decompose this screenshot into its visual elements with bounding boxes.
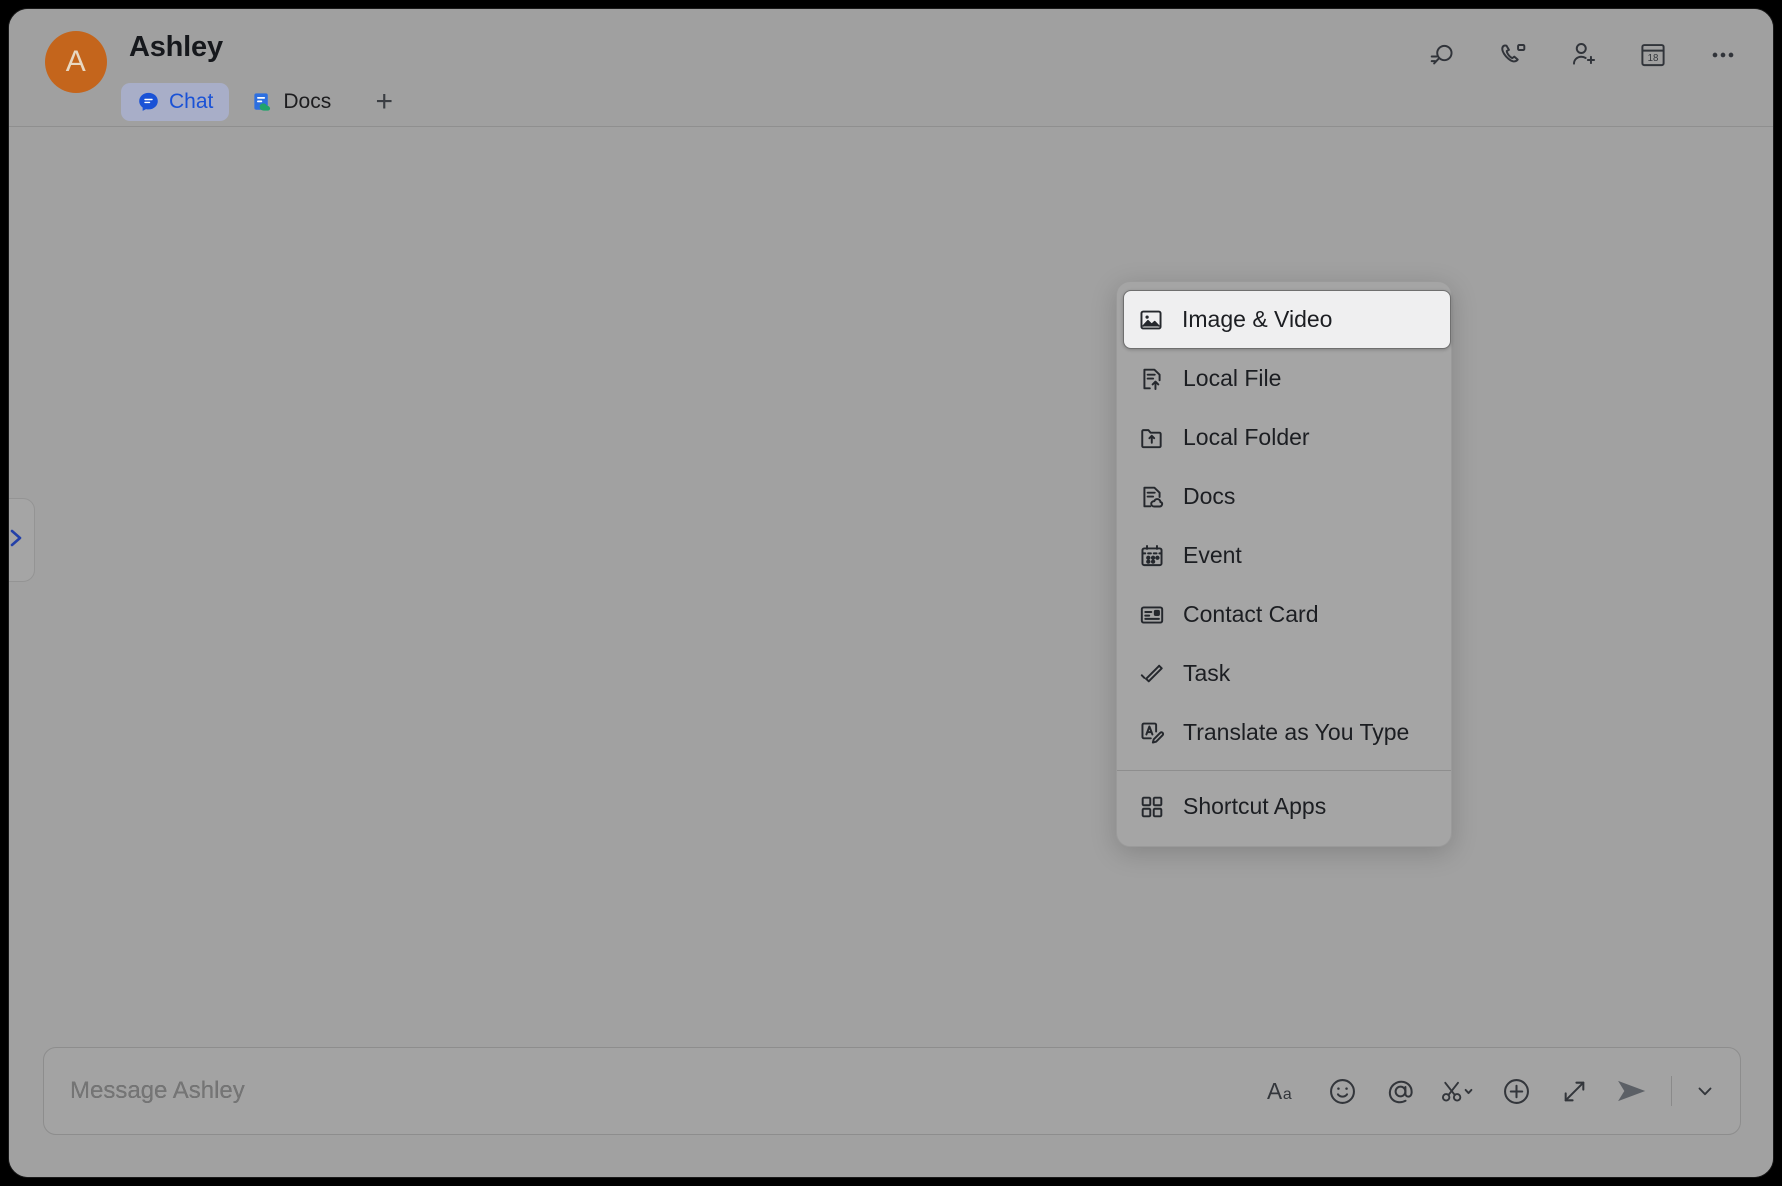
menu-item-task[interactable]: Task xyxy=(1125,644,1443,703)
chat-window: A Ashley Chat Docs + 18 Image & Video Lo… xyxy=(8,8,1774,1178)
add-person-icon[interactable] xyxy=(1561,33,1605,77)
menu-item-label: Shortcut Apps xyxy=(1183,793,1327,819)
page-title: Ashley xyxy=(129,31,223,63)
clip-scissors-icon[interactable] xyxy=(1437,1070,1479,1112)
menu-item-label: Docs xyxy=(1183,483,1236,509)
chat-header: A Ashley Chat Docs + 18 xyxy=(9,9,1773,127)
chat-bubble-icon xyxy=(137,91,160,114)
menu-divider xyxy=(1117,770,1451,771)
task-check-icon xyxy=(1139,661,1165,687)
chat-message-area: Image & Video Local File Local Folder Do… xyxy=(9,128,1773,1177)
menu-item-label: Local File xyxy=(1183,365,1282,391)
menu-item-translate[interactable]: Translate as You Type xyxy=(1125,703,1443,762)
send-options-button[interactable] xyxy=(1690,1070,1720,1112)
menu-item-label: Translate as You Type xyxy=(1183,719,1410,745)
translate-icon xyxy=(1139,720,1165,746)
menu-item-label: Local Folder xyxy=(1183,424,1310,450)
menu-item-local-folder[interactable]: Local Folder xyxy=(1125,408,1443,467)
search-icon[interactable] xyxy=(1421,33,1465,77)
composer-toolbar: A a xyxy=(1263,1070,1720,1112)
avatar: A xyxy=(45,31,107,93)
tab-docs[interactable]: Docs xyxy=(235,83,347,121)
menu-item-contact-card[interactable]: Contact Card xyxy=(1125,585,1443,644)
folder-upload-icon xyxy=(1139,425,1165,451)
tab-strip: Chat Docs + xyxy=(121,83,407,121)
image-icon xyxy=(1138,307,1164,333)
menu-item-shortcut-apps[interactable]: Shortcut Apps xyxy=(1125,777,1443,836)
format-text-icon[interactable]: A a xyxy=(1263,1070,1305,1112)
expand-icon[interactable] xyxy=(1553,1070,1595,1112)
tab-docs-label: Docs xyxy=(283,90,332,113)
menu-item-local-file[interactable]: Local File xyxy=(1125,349,1443,408)
grid-apps-icon xyxy=(1139,794,1165,820)
attachment-menu: Image & Video Local File Local Folder Do… xyxy=(1116,281,1452,847)
contact-card-icon xyxy=(1139,602,1165,628)
file-upload-icon xyxy=(1139,366,1165,392)
tab-chat-label: Chat xyxy=(169,90,214,113)
attachment-menu-group-main: Image & Video Local File Local Folder Do… xyxy=(1117,288,1451,764)
svg-text:a: a xyxy=(1283,1086,1292,1103)
mention-icon[interactable] xyxy=(1379,1070,1421,1112)
menu-item-label: Contact Card xyxy=(1183,601,1319,627)
video-call-icon[interactable] xyxy=(1491,33,1535,77)
cloud-doc-icon xyxy=(1139,484,1165,510)
docs-icon xyxy=(251,91,274,114)
add-attachment-icon[interactable] xyxy=(1495,1070,1537,1112)
send-button[interactable] xyxy=(1611,1070,1653,1112)
calendar-event-icon xyxy=(1139,543,1165,569)
toolbar-divider xyxy=(1671,1076,1672,1106)
header-actions: 18 xyxy=(1421,33,1745,77)
menu-item-image-video[interactable]: Image & Video xyxy=(1123,290,1451,349)
menu-item-label: Image & Video xyxy=(1182,306,1333,332)
message-composer: Message Ashley A a xyxy=(43,1047,1741,1135)
chevron-right-icon xyxy=(9,526,27,555)
calendar-icon[interactable]: 18 xyxy=(1631,33,1675,77)
add-tab-button[interactable]: + xyxy=(361,83,407,121)
menu-item-event[interactable]: Event xyxy=(1125,526,1443,585)
tab-chat[interactable]: Chat xyxy=(121,83,230,121)
menu-item-label: Event xyxy=(1183,542,1242,568)
expand-side-panel-button[interactable] xyxy=(9,498,35,582)
emoji-icon[interactable] xyxy=(1321,1070,1363,1112)
attachment-menu-group-apps: Shortcut Apps xyxy=(1117,775,1451,838)
menu-item-label: Task xyxy=(1183,660,1231,686)
svg-text:A: A xyxy=(1267,1078,1283,1104)
menu-item-docs[interactable]: Docs xyxy=(1125,467,1443,526)
svg-text:18: 18 xyxy=(1648,53,1659,64)
more-options-icon[interactable] xyxy=(1701,33,1745,77)
